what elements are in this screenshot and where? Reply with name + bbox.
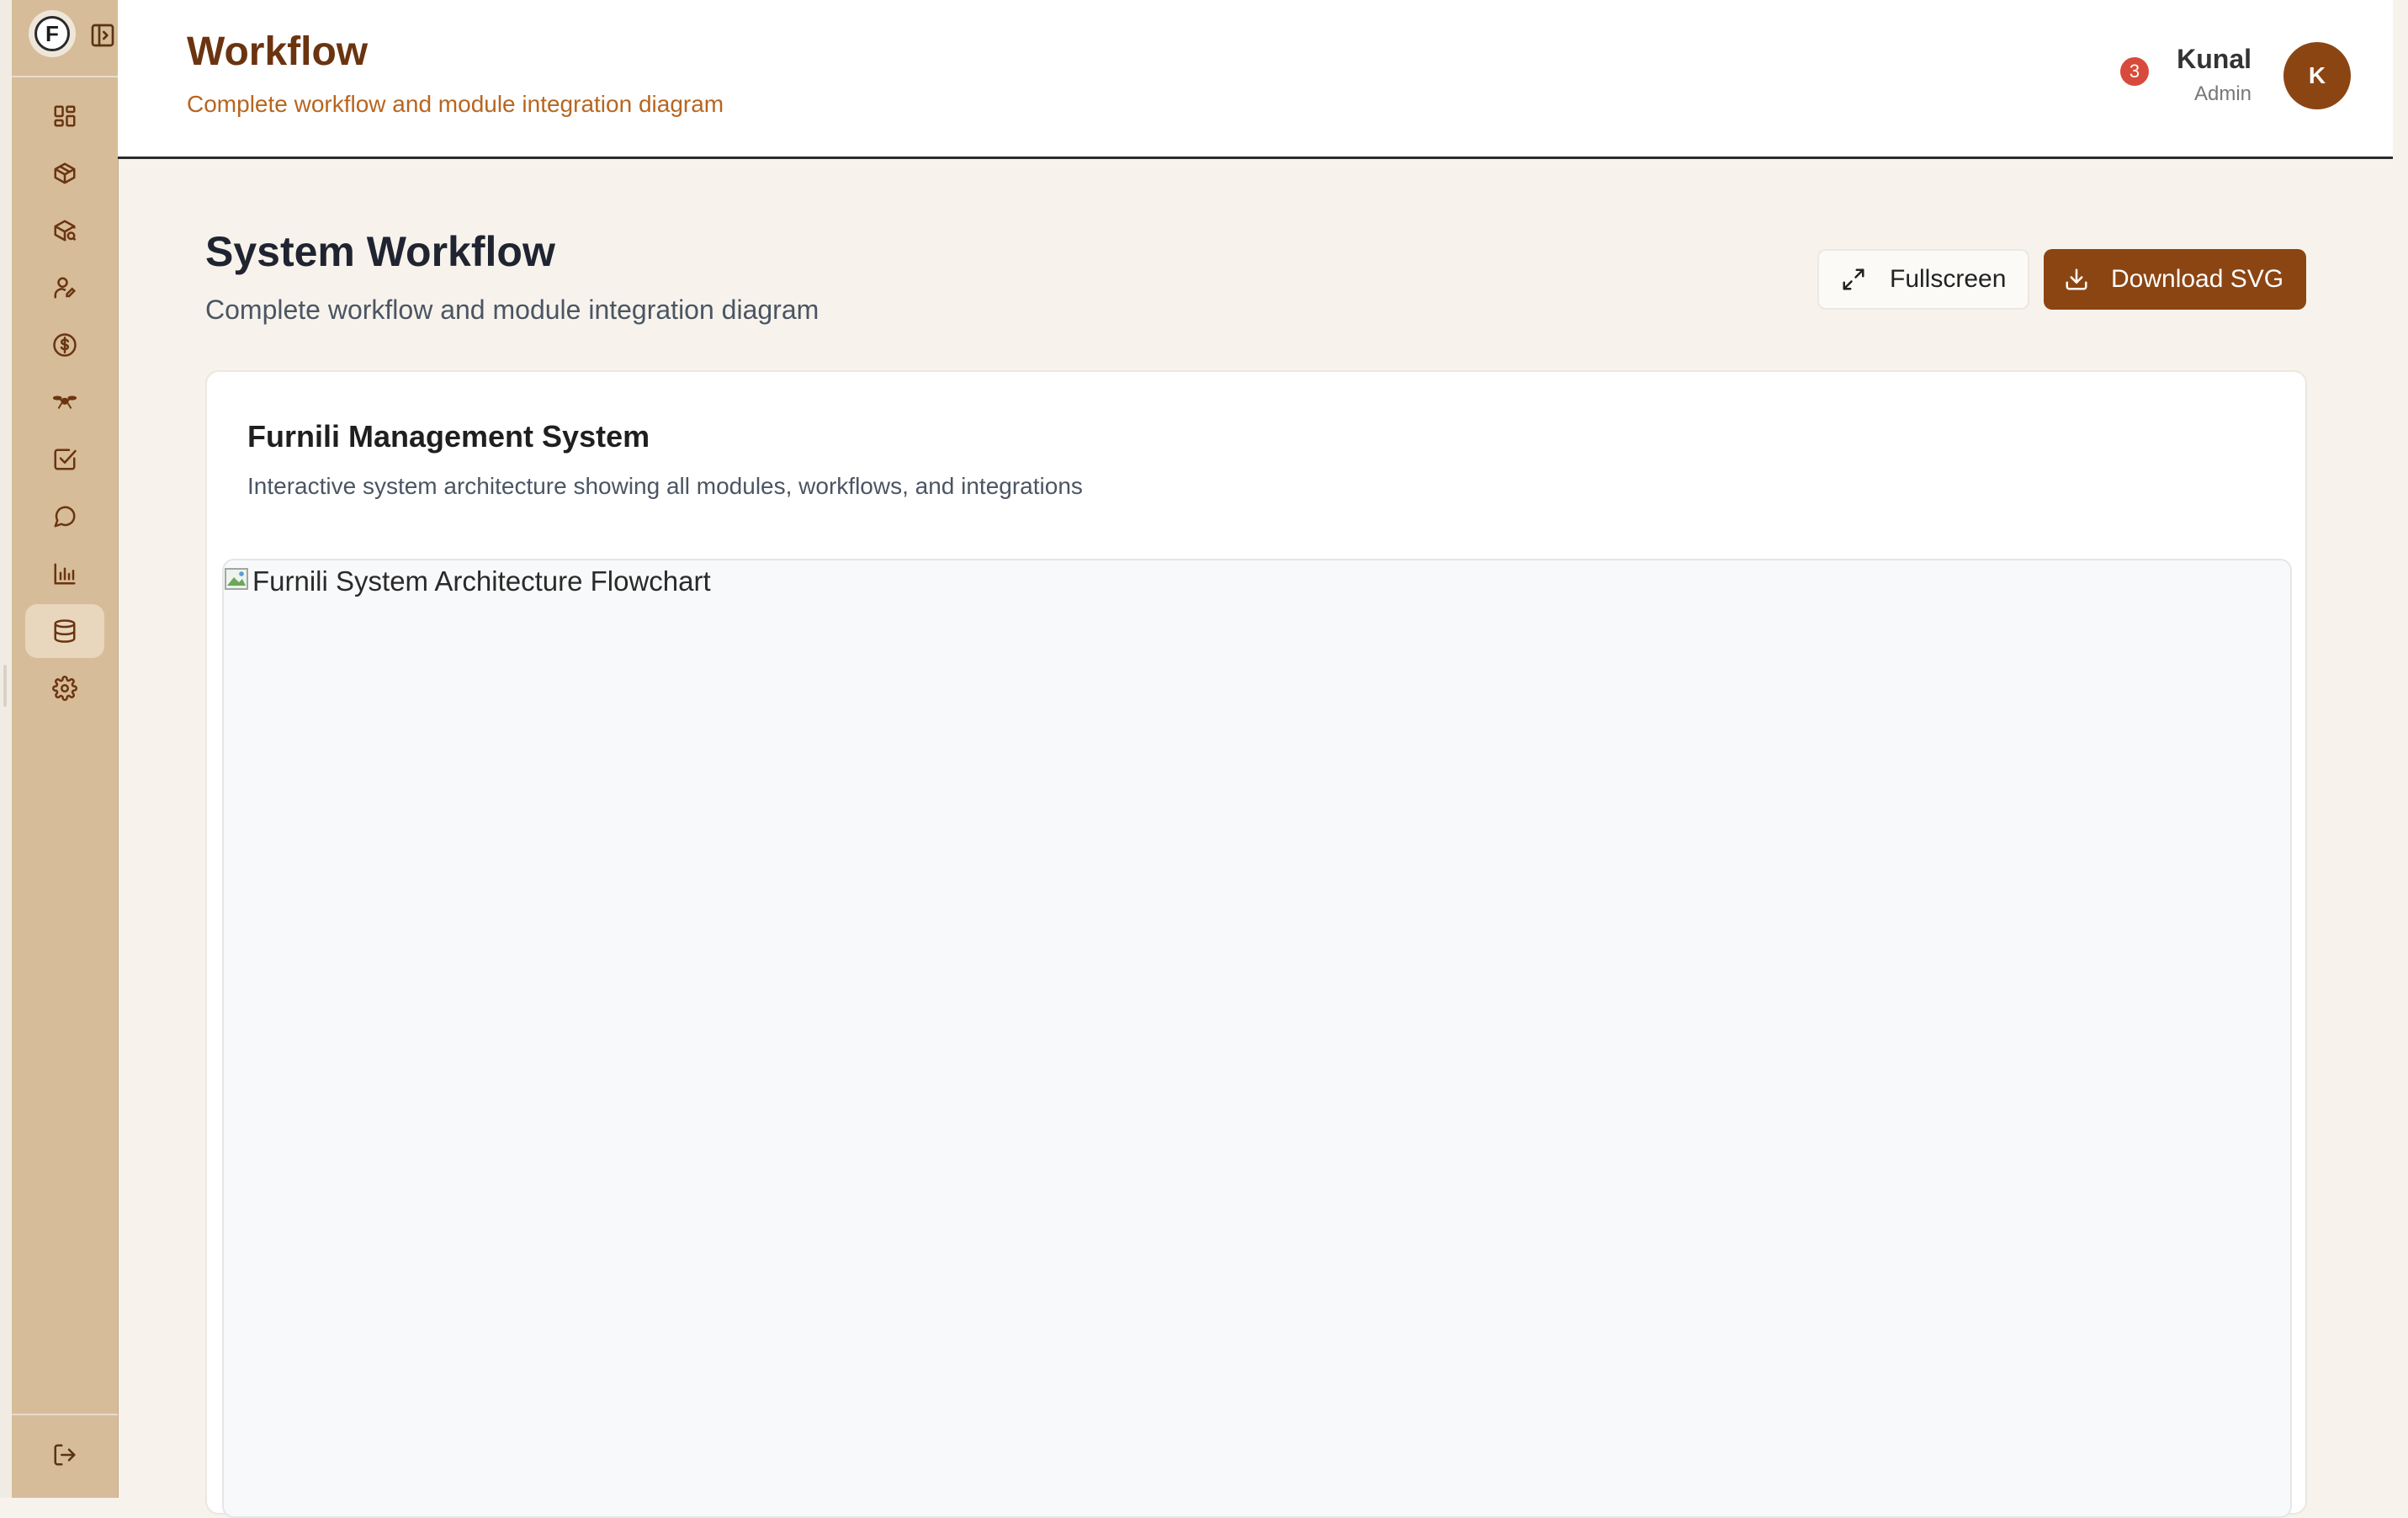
- notification-badge[interactable]: 3: [2120, 57, 2149, 86]
- sidebar-item-dashboard[interactable]: [25, 89, 104, 143]
- user-edit-icon: [54, 277, 77, 299]
- download-icon: [2066, 268, 2087, 290]
- flowchart-image[interactable]: Furnili System Architecture Flowchart: [222, 559, 2292, 1518]
- workflow-card: Furnili Management System Interactive sy…: [205, 370, 2307, 1518]
- card-subtitle: Interactive system architecture showing …: [247, 473, 1083, 499]
- sidebar-item-inventory[interactable]: [25, 204, 104, 257]
- download-label: Download SVG: [2111, 265, 2284, 293]
- sidebar-item-finance[interactable]: [25, 318, 104, 372]
- card-title: Furnili Management System: [247, 419, 650, 454]
- sidebar-header: F: [12, 0, 118, 77]
- fullscreen-button[interactable]: Fullscreen: [1817, 249, 2029, 310]
- broken-image-placeholder: Furnili System Architecture Flowchart: [224, 565, 711, 597]
- sidebar-item-reports[interactable]: [25, 547, 104, 601]
- page-subtitle: Complete workflow and module integration…: [205, 295, 819, 325]
- dashboard-icon: [54, 105, 76, 127]
- header-subtitle: Complete workflow and module integration…: [187, 91, 724, 117]
- sidebar: F: [12, 0, 119, 1498]
- broken-image-icon: [225, 568, 248, 590]
- top-header: Workflow Complete workflow and module in…: [118, 0, 2393, 159]
- chat-icon: [54, 506, 76, 528]
- image-alt-text: Furnili System Architecture Flowchart: [252, 565, 711, 597]
- sidebar-item-products[interactable]: [25, 146, 104, 200]
- sidebar-toggle-icon[interactable]: [88, 20, 118, 50]
- page-title: System Workflow: [205, 228, 555, 275]
- package-search-icon: [54, 220, 77, 242]
- sidebar-item-messages[interactable]: [25, 490, 104, 544]
- avatar[interactable]: K: [2283, 42, 2351, 109]
- user-name: Kunal: [2177, 44, 2252, 74]
- sidebar-nav: [25, 89, 104, 719]
- settings-icon: [52, 676, 77, 701]
- checkbox-icon: [54, 448, 77, 470]
- drone-icon: [52, 395, 77, 409]
- sidebar-item-workflow[interactable]: [25, 604, 104, 658]
- logout-icon[interactable]: [50, 1441, 79, 1469]
- expand-icon: [1843, 268, 1864, 290]
- sidebar-item-tasks[interactable]: [25, 433, 104, 486]
- bar-chart-icon: [54, 563, 76, 585]
- resize-handle[interactable]: [3, 665, 7, 707]
- dollar-icon: [53, 333, 77, 357]
- header-title: Workflow: [187, 29, 369, 74]
- sidebar-item-users[interactable]: [25, 261, 104, 315]
- user-role: Admin: [2193, 82, 2252, 105]
- box-icon: [54, 162, 76, 184]
- fullscreen-label: Fullscreen: [1890, 265, 2007, 293]
- window-edge: [0, 0, 12, 1498]
- sidebar-item-projects[interactable]: [25, 375, 104, 429]
- database-icon: [54, 619, 76, 643]
- sidebar-footer: [12, 1414, 118, 1499]
- app-logo[interactable]: F: [29, 10, 76, 57]
- logo-letter: F: [34, 16, 70, 51]
- download-svg-button[interactable]: Download SVG: [2044, 249, 2306, 310]
- sidebar-item-settings[interactable]: [25, 661, 104, 715]
